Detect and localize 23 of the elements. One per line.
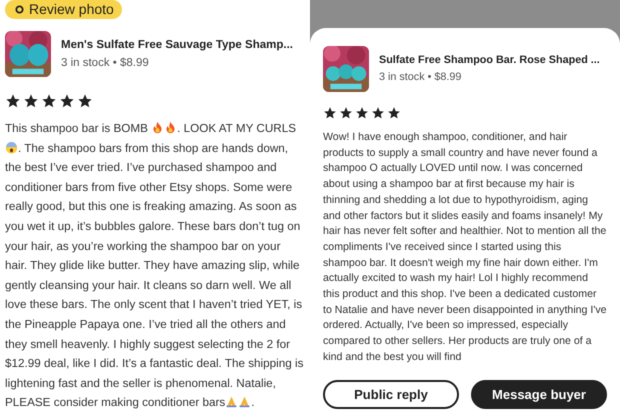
fire-icon xyxy=(151,121,164,134)
star-icon xyxy=(323,106,337,120)
review-text: Wow! I have enough shampoo, conditioner, and hair products to supply a small country and have never found a shampoo O actually LOVED until now. I was concerned about using a shampoo bar at first because my hair is thinning and shedding a lot due to hypothyroidism, aging and other factors but it slides easily and foams insanely! My hair has never felt softer and healthier. Not to mention all the compliments I've received since I started using this shampoo bar. It doesn't weigh my fine hair down either. I'm actually excited to wash my hair! Lol I highly recommend this product and this shop. I've been a dedicated customer to Natalie and have never been disappointed in anything I've ordered. Actually, I've been so impressed, especially compared to other sellers. Her products are truly one of a kind and the best you will find xyxy=(323,130,607,365)
fire-icon xyxy=(164,121,178,134)
stock-price: 3 in stock • $8.99 xyxy=(379,70,462,85)
stock-price: 3 in stock • $8.99 xyxy=(61,56,150,72)
star-icon xyxy=(41,93,57,110)
star-icon xyxy=(5,93,21,110)
review-text: This shampoo bar is BOMB . LOOK AT MY CURLS . The shampoo bars from this shop are hands down, the best I’ve ever tried. I’ve purchased shampoo and conditioner bars from five other Etsy shops. Some were really good, but this one is freaking amazing. As soon as you wet it up, it’s bubbles galore. These bars don’t tug on your hair, as you’re working the shampoo bar on your hair. They glide like butter. They have amazing slip, while gently cleansing your hair. It cleans so darn well. We all love these bars. The only scent that I haven’t tried YET, is the Pineapple Papaya one. I’ve tried all the others and they smell heavenly. I highly suggest selecting the 2 for $12.99 deal, like I did. It’s a fantastic deal. The shipping is lightening fast and the seller is phenomenal. Natalie, PLEASE consider making conditioner bars . xyxy=(5,120,304,412)
public-reply-button[interactable]: Public reply xyxy=(323,380,459,409)
star-icon xyxy=(339,106,353,120)
star-icon xyxy=(59,93,75,110)
product-title[interactable]: Sulfate Free Shampoo Bar. Rose Shaped ... xyxy=(379,52,600,69)
review-photo-badge: Review photo xyxy=(5,0,122,19)
photo-icon xyxy=(15,5,24,14)
star-icon xyxy=(23,93,39,110)
message-buyer-button[interactable]: Message buyer xyxy=(471,380,607,409)
star-icon xyxy=(355,106,369,120)
star-icon xyxy=(371,106,385,120)
screaming-face-icon xyxy=(5,140,18,154)
star-icon xyxy=(77,93,93,110)
star-icon xyxy=(387,106,401,120)
product-title[interactable]: Men's Sulfate Free Sauvage Type Shamp... xyxy=(61,36,293,54)
